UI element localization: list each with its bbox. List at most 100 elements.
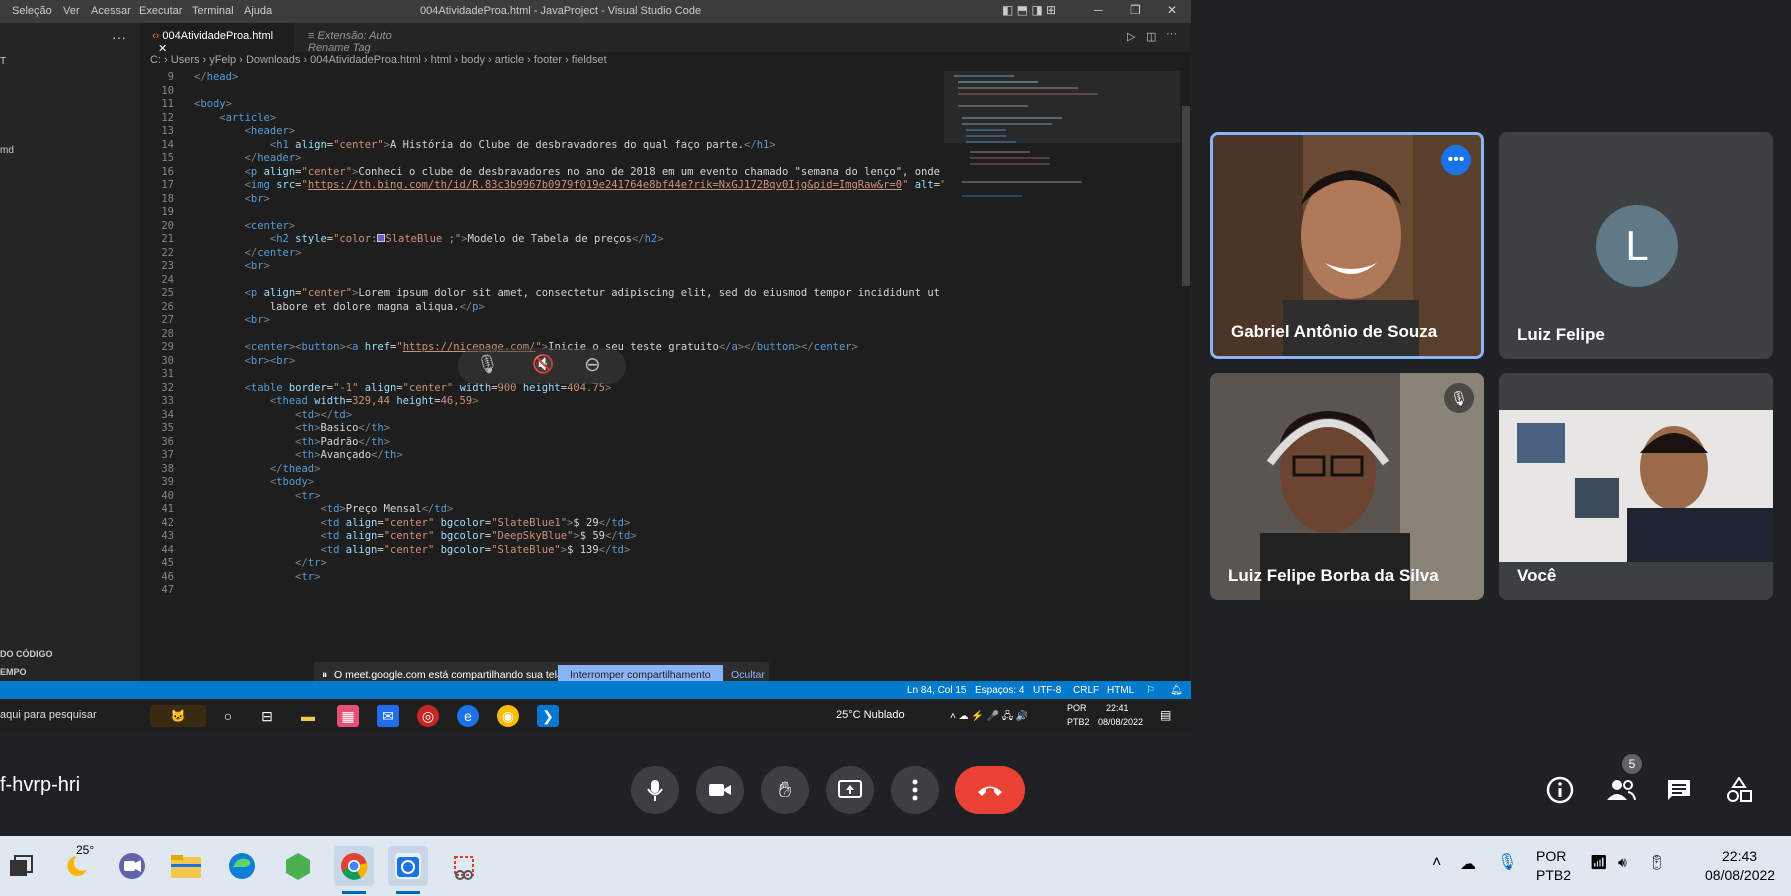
raise-hand-button[interactable]: ✋︎ <box>761 766 809 814</box>
show-hidden-icons[interactable]: ˄ <box>1432 854 1441 872</box>
people-button[interactable]: 5 <box>1603 754 1642 808</box>
chrome-icon[interactable]: ◉ <box>497 705 519 727</box>
bell-icon[interactable]: 🔔︎ <box>1170 685 1183 696</box>
file-explorer-icon[interactable]: ▬ <box>297 705 319 727</box>
notification-icon[interactable]: ▤ <box>1160 708 1171 722</box>
outline-section[interactable]: DO CÓDIGO <box>0 649 53 659</box>
minus-circle-icon: ⊖ <box>584 354 601 376</box>
more-icon[interactable]: ··· <box>112 29 126 45</box>
snipping-tool-icon[interactable] <box>444 846 484 886</box>
task-view-icon[interactable] <box>2 846 42 886</box>
menu-ajuda[interactable]: Ajuda <box>244 5 272 17</box>
battery-icon[interactable]: 🔋︎ <box>1648 854 1666 871</box>
mail-icon[interactable]: ✉ <box>377 705 399 727</box>
timeline-section[interactable]: EMPO <box>0 667 27 677</box>
menu-terminal[interactable]: Terminal <box>192 5 234 17</box>
screen-recorder-icon[interactable] <box>388 846 428 894</box>
menu-selecao[interactable]: Seleção <box>12 5 52 17</box>
breadcrumb[interactable]: C: › Users › yFelp › Downloads › 004Ativ… <box>140 52 1191 71</box>
participant-name: Luiz Felipe <box>1517 325 1605 344</box>
layout-icon[interactable]: ◧ ⬒ ◨ ⊞ <box>1002 3 1056 17</box>
clock-date[interactable]: 08/08/2022 <box>1098 717 1143 727</box>
task-view-icon[interactable]: ⊟ <box>256 705 278 727</box>
line-number: 29 <box>161 341 174 353</box>
activities-button[interactable] <box>1721 772 1757 808</box>
chrome-icon[interactable] <box>334 846 374 894</box>
app-icon[interactable]: ◎ <box>417 705 439 727</box>
code-line[interactable]: 47 <box>140 584 194 600</box>
wifi-icon[interactable]: 📶︎ <box>1590 854 1608 871</box>
minimize-button[interactable]: ─ <box>1094 3 1103 17</box>
feedback-icon[interactable]: ⚐ <box>1146 685 1155 696</box>
participant-name: Você <box>1517 566 1557 585</box>
tab-004atividadeproa[interactable]: ‹› 004AtividadeProa.html ✕ <box>140 23 294 55</box>
activities-icon <box>1727 777 1752 802</box>
weather-icon[interactable]: 25° <box>58 843 98 886</box>
line-number: 17 <box>161 179 174 191</box>
language-top[interactable]: POR <box>1067 703 1087 713</box>
run-icon[interactable]: ▷ <box>1127 30 1135 43</box>
edge-icon[interactable] <box>222 846 262 886</box>
end-call-button[interactable] <box>955 766 1025 814</box>
chat-button[interactable] <box>1661 772 1697 808</box>
people-count-badge: 5 <box>1622 754 1642 774</box>
language-bottom[interactable]: PTB2 <box>1067 717 1090 727</box>
sidebar-item-md[interactable]: md <box>0 145 14 156</box>
menu-acessar[interactable]: Acessar <box>91 5 131 17</box>
vscode-icon[interactable]: ❯ <box>537 705 559 727</box>
store-icon[interactable]: ▦ <box>337 705 359 727</box>
editor-scrollbar[interactable] <box>1180 71 1191 681</box>
encoding[interactable]: UTF-8 <box>1033 685 1061 696</box>
file-explorer-icon[interactable] <box>166 846 206 886</box>
participant-tile-voce[interactable]: Você <box>1499 373 1773 600</box>
line-number: 14 <box>161 138 174 151</box>
restore-button[interactable]: ❐ <box>1130 3 1141 17</box>
participant-tile-luiz-felipe[interactable]: L Luiz Felipe <box>1499 132 1773 359</box>
indentation[interactable]: Espaços: 4 <box>975 685 1024 696</box>
line-ending[interactable]: CRLF <box>1073 685 1099 696</box>
present-button[interactable] <box>826 766 874 814</box>
participant-tile-gabriel[interactable]: ••• Gabriel Antônio de Souza <box>1210 132 1484 359</box>
editor-more-icon[interactable]: ··· <box>1166 28 1177 40</box>
tab-extension-auto-rename[interactable]: ≡ Extensão: Auto Rename Tag <box>296 23 446 54</box>
media-overlay: 🎙 🔇 ⊖ <box>458 348 626 384</box>
close-button[interactable]: ✕ <box>1167 3 1177 17</box>
app-hexagon-icon[interactable] <box>278 846 318 886</box>
clock-date[interactable]: 08/08/2022 <box>1705 867 1775 883</box>
mic-off-icon: 🎙 <box>1444 383 1474 413</box>
clock-time[interactable]: 22:41 <box>1106 703 1129 713</box>
more-options-icon[interactable]: ••• <box>1441 145 1471 175</box>
line-number: 10 <box>161 84 174 97</box>
more-options-button[interactable] <box>891 766 939 814</box>
taskbar-search[interactable]: aqui para pesquisar <box>0 709 97 721</box>
edge-icon[interactable]: e <box>457 705 479 727</box>
weather-widget[interactable]: 25°C Nublado <box>836 709 905 721</box>
cortana-icon[interactable]: ○ <box>217 705 239 727</box>
meeting-details-button[interactable] <box>1542 772 1578 808</box>
onedrive-icon[interactable]: ☁ <box>1460 854 1476 874</box>
clock-time[interactable]: 22:43 <box>1722 848 1757 864</box>
line-number: 24 <box>161 273 174 286</box>
tray-icons[interactable]: ˄ ☁ ⚡ 🎤 🖧 🔊 <box>950 709 1028 726</box>
hide-button[interactable]: Ocultar <box>731 669 765 681</box>
camera-button[interactable] <box>696 766 744 814</box>
language-top[interactable]: POR <box>1536 848 1566 864</box>
volume-icon[interactable]: 🔊︎ <box>1618 854 1627 871</box>
participant-tile-luiz-felipe-borba[interactable]: 🎙 Luiz Felipe Borba da Silva <box>1210 373 1484 600</box>
menu-ver[interactable]: Ver <box>63 5 80 17</box>
line-number: 39 <box>161 476 174 488</box>
extension-icon: ≡ <box>308 30 315 42</box>
split-editor-icon[interactable]: ◫ <box>1146 30 1156 43</box>
language-bottom[interactable]: PTB2 <box>1536 867 1571 883</box>
cursor-position[interactable]: Ln 84, Col 15 <box>907 685 967 696</box>
search-highlight-icon[interactable]: 🐱 <box>150 705 206 727</box>
menu-executar[interactable]: Executar <box>139 5 182 17</box>
participant-name: Luiz Felipe Borba da Silva <box>1228 566 1439 585</box>
sidebar-item-t[interactable]: T <box>0 56 6 67</box>
minimap[interactable] <box>944 71 1180 681</box>
language-mode[interactable]: HTML <box>1107 685 1134 696</box>
teams-chat-icon[interactable] <box>112 846 152 886</box>
line-number: 31 <box>161 368 174 380</box>
microphone-button[interactable] <box>631 766 679 814</box>
mic-in-use-icon[interactable]: 🎙 <box>1497 852 1517 872</box>
